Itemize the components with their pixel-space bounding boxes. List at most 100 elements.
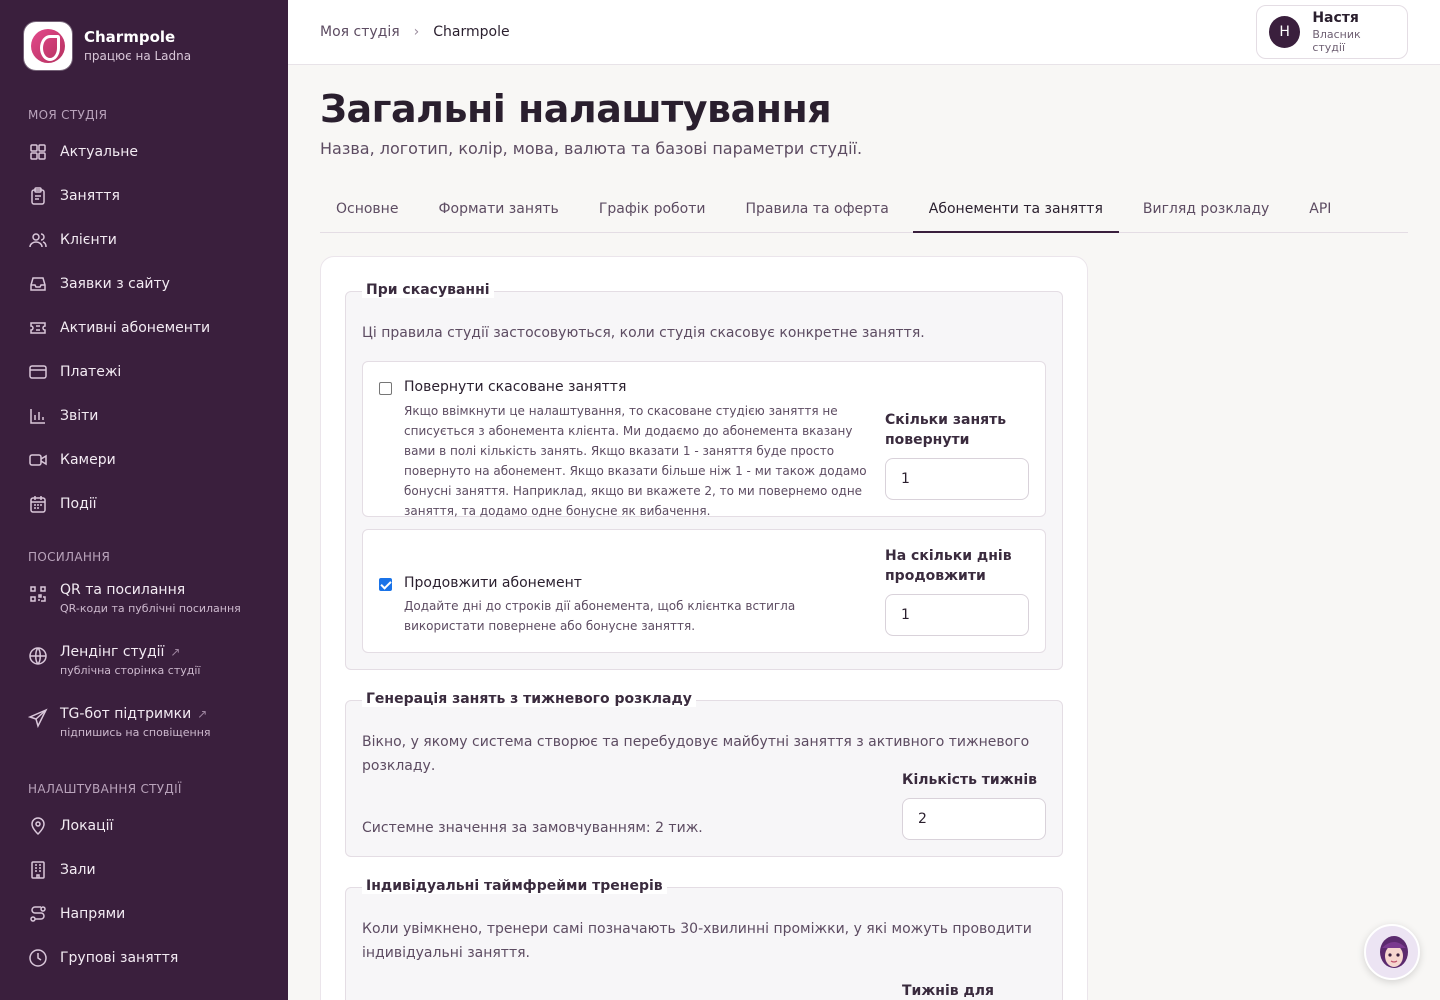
credit-card-icon [28,362,48,382]
sidebar-item-group-classes[interactable]: Групові заняття [0,936,288,980]
assistant-avatar-icon [1380,936,1408,968]
nav-section-settings: НАЛАШТУВАННЯ СТУДІЇ [28,782,182,796]
return-count-label: Скільки занять повернути [885,412,1007,448]
assistant-chat-button[interactable] [1364,924,1420,980]
page-subtitle: Назва, логотип, колір, мова, валюта та б… [320,139,863,158]
sidebar: Charmpole працює на Ladna МОЯ СТУДІЯ Акт… [0,0,288,1000]
nav-section-links: ПОСИЛАННЯ [28,550,111,564]
sidebar-item-reports[interactable]: Звіти [0,394,288,438]
sidebar-item-label: Платежі [60,364,122,380]
user-role: Власник студії [1312,28,1361,54]
clock-icon [28,948,48,968]
tab-subscriptions-classes[interactable]: Абонементи та заняття [912,186,1119,233]
sidebar-item-active-subscriptions[interactable]: Активні абонементи [0,306,288,350]
trainer-fieldset: Індивідуальні таймфрейми тренерів Коли у… [345,878,1063,1000]
dashboard-icon [28,142,48,162]
weeks-count-label: Кількість тижнів [902,772,1037,788]
sidebar-item-label: Групові заняття [60,950,179,966]
breadcrumb-my-studio[interactable]: Моя студія [320,24,400,40]
extend-days-label: На скільки днів продовжити [885,548,1012,584]
trainer-weeks-label: Тижнів для [902,983,995,999]
extend-days-input[interactable]: 1 [885,594,1029,636]
sidebar-item-halls[interactable]: Зали [0,848,288,892]
sidebar-item-label: Клієнти [60,232,117,248]
extend-subscription-description: Додайте дні до строків дії абонемента, щ… [404,599,796,633]
sidebar-item-directions[interactable]: Напрями [0,892,288,936]
user-menu[interactable]: Н Настя Власник студії [1256,5,1408,59]
sidebar-item-cameras[interactable]: Камери [0,438,288,482]
sidebar-item-label: TG-бот підтримки [60,706,192,722]
tab-schedule-view[interactable]: Вигляд розкладу [1127,186,1285,232]
user-name: Настя [1312,10,1359,26]
settings-tabs: Основне Формати занять Графік роботи Пра… [320,186,1408,233]
breadcrumb-current: Charmpole [433,24,510,40]
return-class-description: Якщо ввімкнути це налаштування, то скасо… [404,404,867,518]
brand[interactable]: Charmpole працює на Ladna [0,0,288,90]
ticket-icon [28,318,48,338]
sidebar-item-label: Активні абонементи [60,320,211,336]
sidebar-item-label: QR та посилання [60,582,186,598]
sidebar-item-locations[interactable]: Локації [0,804,288,848]
tab-schedule[interactable]: Графік роботи [583,186,722,232]
tab-api[interactable]: API [1293,186,1347,232]
generation-default-note: Системне значення за замовчуванням: 2 ти… [362,820,703,836]
breadcrumb: Моя студія › Charmpole [320,24,510,40]
sidebar-item-label: Зали [60,862,96,878]
studio-name: Charmpole [84,28,176,46]
trainer-legend: Індивідуальні таймфрейми тренерів [362,878,667,894]
sidebar-item-clients[interactable]: Клієнти [0,218,288,262]
sidebar-item-classes[interactable]: Заняття [0,174,288,218]
sidebar-item-label: Звіти [60,408,99,424]
sidebar-item-label-row: TG-бот підтримки ↗ [60,706,211,722]
qr-code-icon [28,584,48,604]
send-icon [28,708,48,728]
sidebar-item-sublabel: підпишись на сповіщення [60,726,211,739]
studio-logo [24,22,72,70]
top-bar: Моя студія › Charmpole Н Настя Власник с… [288,0,1440,65]
bar-chart-icon [28,406,48,426]
avatar: Н [1269,16,1301,48]
return-class-title: Повернути скасоване заняття [404,379,627,395]
sidebar-item-landing[interactable]: Лендінг студії ↗ публічна сторінка студії [0,634,288,696]
chevron-right-icon: › [413,24,420,40]
page-title: Загальні налаштування [320,87,832,131]
sidebar-item-label: Напрями [60,906,126,922]
cancel-description: Ці правила студії застосовуються, коли с… [362,325,925,341]
nav-section-studio: МОЯ СТУДІЯ [28,108,108,122]
sidebar-item-sublabel: QR-коди та публічні посилання [60,602,241,615]
tab-class-formats[interactable]: Формати занять [422,186,574,232]
sidebar-item-label: Камери [60,452,116,468]
generation-fieldset: Генерація занять з тижневого розкладу Ві… [345,691,1063,857]
sidebar-item-label-row: Лендінг студії ↗ [60,644,200,660]
studio-powered-by: працює на Ladna [84,49,192,63]
users-icon [28,230,48,250]
sidebar-item-payments[interactable]: Платежі [0,350,288,394]
cancel-fieldset: При скасуванні Ці правила студії застосо… [345,282,1063,670]
sidebar-item-site-requests[interactable]: Заявки з сайту [0,262,288,306]
sidebar-item-label: Заявки з сайту [60,276,170,292]
building-icon [28,860,48,880]
inbox-icon [28,274,48,294]
sidebar-item-events[interactable]: Події [0,482,288,526]
sidebar-item-tg-bot[interactable]: TG-бот підтримки ↗ підпишись на сповіщенн… [0,696,288,758]
main-content: Загальні налаштування Назва, логотип, ко… [320,65,1408,1000]
weeks-count-input[interactable]: 2 [902,798,1046,840]
tab-rules-offer[interactable]: Правила та оферта [730,186,905,232]
trainer-description: Коли увімкнено, тренери самі позначають … [362,921,1032,961]
calendar-icon [28,494,48,514]
return-count-input[interactable]: 1 [885,458,1029,500]
sidebar-item-sublabel: публічна сторінка студії [60,664,201,677]
map-pin-icon [28,816,48,836]
sidebar-item-label: Актуальне [60,144,139,160]
return-class-option: Повернути скасоване заняття Якщо ввімкну… [362,361,1046,518]
tab-basic[interactable]: Основне [320,186,414,232]
sidebar-item-label: Події [60,496,97,512]
sidebar-item-current[interactable]: Актуальне [0,130,288,174]
route-icon [28,904,48,924]
sidebar-item-qr-links[interactable]: QR та посилання QR-коди та публічні поси… [0,572,288,634]
sidebar-item-label: Лендінг студії [60,644,165,660]
return-class-checkbox[interactable] [379,382,392,395]
extend-subscription-title: Продовжити абонемент [404,575,582,591]
extend-subscription-checkbox[interactable] [379,578,392,591]
cancel-legend: При скасуванні [362,282,494,298]
